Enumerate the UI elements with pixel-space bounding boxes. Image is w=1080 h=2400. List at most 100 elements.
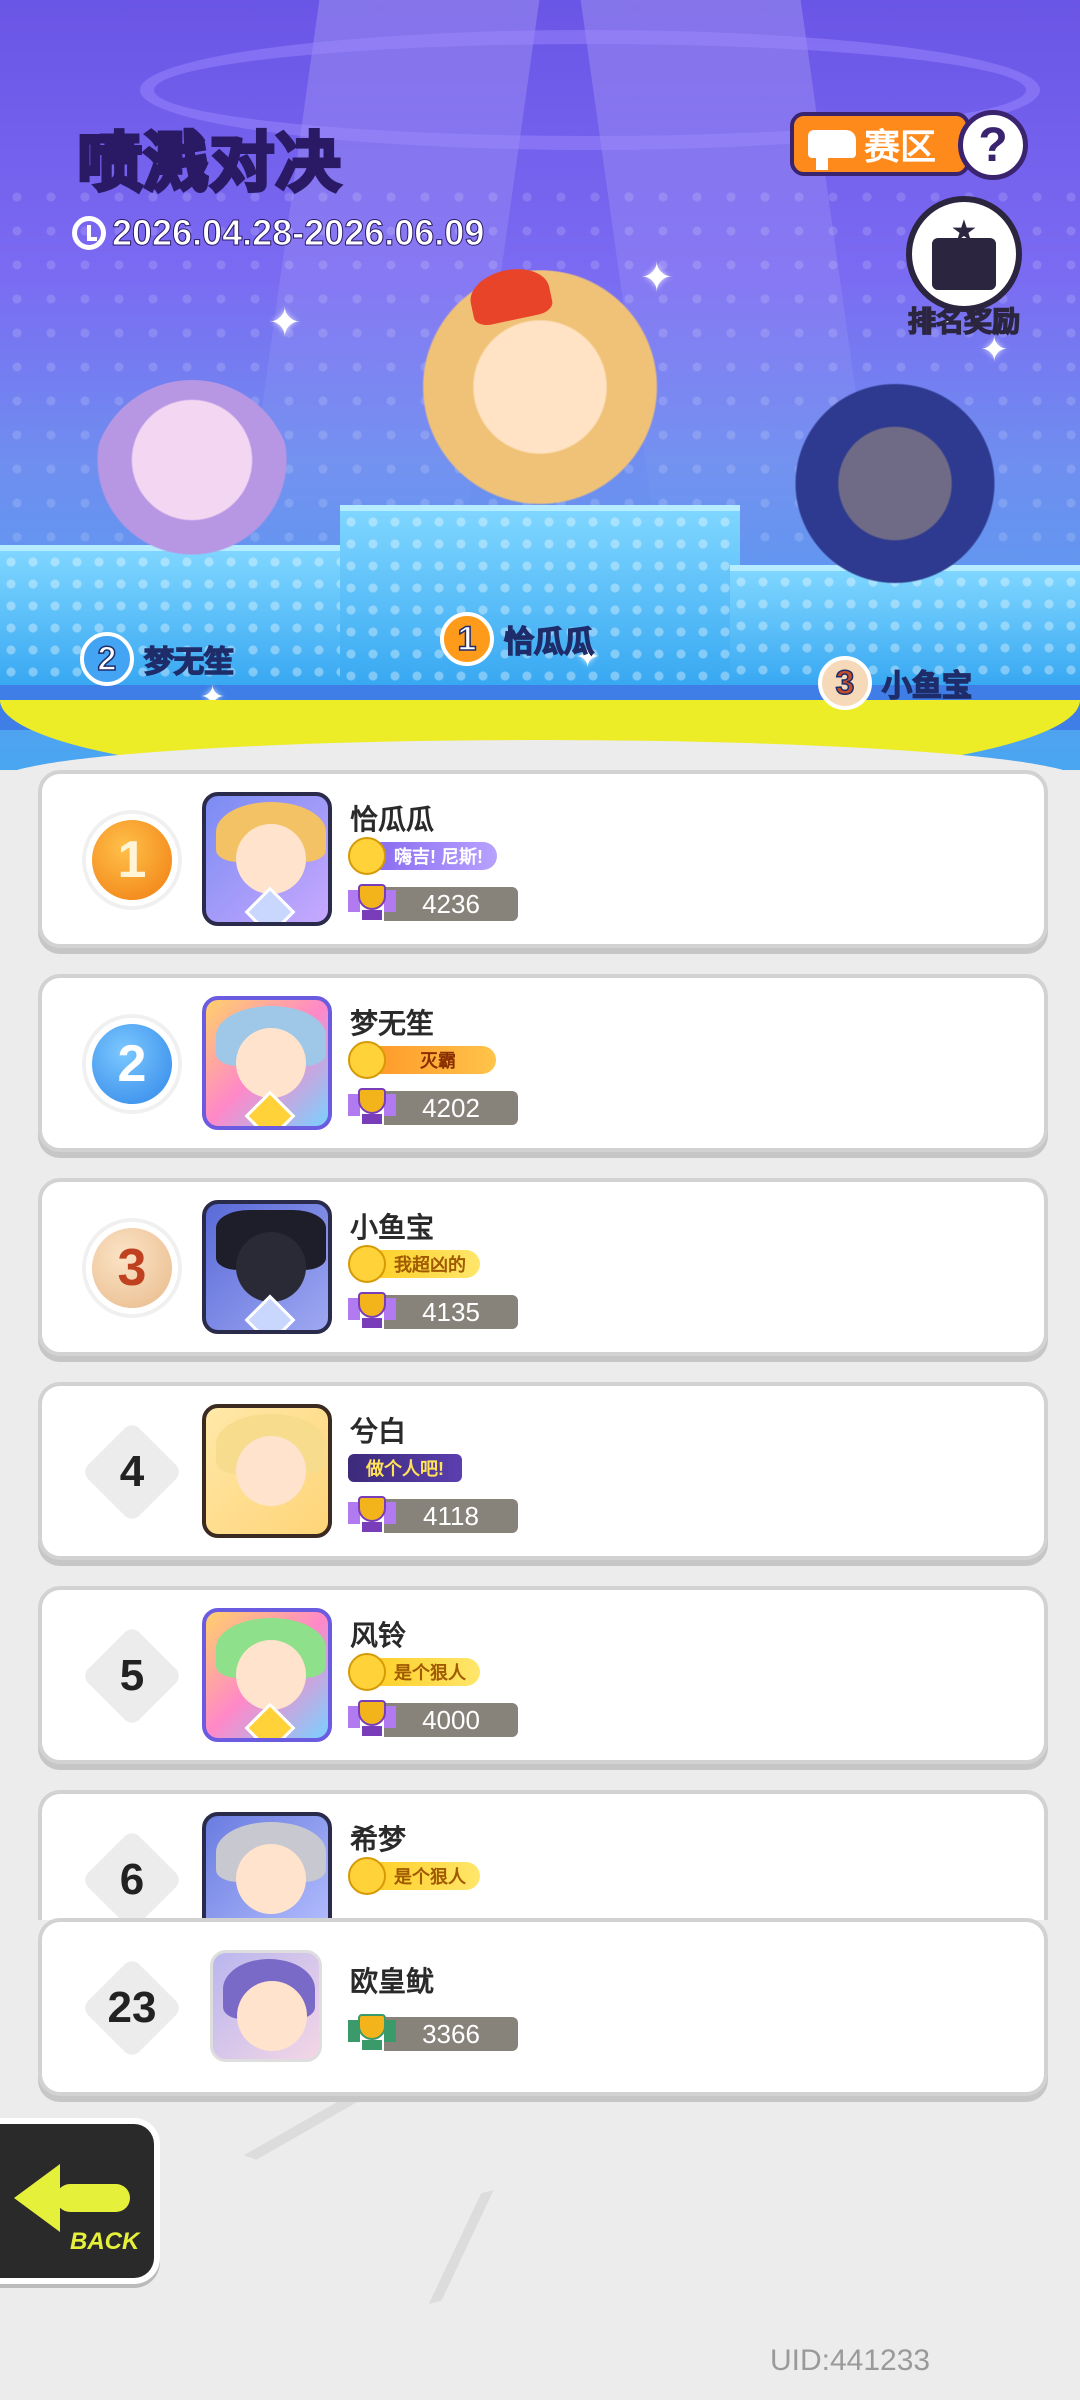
rank-badge: 2	[80, 632, 134, 686]
box-shape	[932, 238, 996, 290]
rank-row[interactable]: 5 风铃 是个狠人 4000	[38, 1586, 1048, 1764]
title-text: 嗨吉! 尼斯!	[376, 842, 497, 870]
zone-button[interactable]: 赛区	[790, 112, 970, 176]
rank-row[interactable]: 1 恰瓜瓜 嗨吉! 尼斯! 4236	[38, 770, 1048, 948]
rank-number: 5	[119, 1651, 145, 1700]
background-scribble: ⟋	[403, 2173, 520, 2325]
date-range: 2026.04.28-2026.06.09	[72, 212, 485, 254]
score: 3366	[348, 2014, 518, 2052]
rank-row[interactable]: 6 希梦 是个狠人	[38, 1790, 1048, 1920]
cup-base	[362, 1726, 382, 1736]
score: 4135	[348, 1292, 518, 1330]
help-button[interactable]: ?	[958, 110, 1028, 180]
avatar-face	[236, 1028, 306, 1098]
title-badge: 做个人吧!	[348, 1450, 462, 1486]
rank-cell: 2	[82, 1014, 182, 1114]
player-name: 小鱼宝	[350, 1212, 435, 1243]
player-name: 风铃	[350, 1620, 407, 1651]
avatar[interactable]	[202, 792, 332, 926]
winged-trophy-icon	[348, 1290, 396, 1334]
gold-medal-icon: 1	[86, 814, 178, 906]
zone-label: 赛区	[864, 126, 937, 167]
avatar[interactable]	[202, 996, 332, 1130]
rank-row[interactable]: 2 梦无笙 灭霸 4202	[38, 974, 1048, 1152]
header-stage: ✦ ✦ ✦ ✦ ✦ 喷溅对决 2026.04.28-2026.06.09 赛区 …	[0, 0, 1080, 770]
cup	[358, 884, 386, 910]
sparkle-icon: ✦	[640, 256, 674, 300]
podium-label-rank1: 1 恰瓜瓜	[440, 612, 595, 666]
winged-trophy-icon	[348, 1086, 396, 1130]
player-name: 希梦	[350, 1824, 407, 1855]
cup-base	[362, 2040, 382, 2050]
back-arrow-shaft	[56, 2184, 130, 2212]
badge-icon	[348, 1245, 386, 1283]
badge-icon	[348, 1041, 386, 1079]
title-text: 是个狠人	[376, 1862, 480, 1890]
cup-base	[362, 910, 382, 920]
page-title: 喷溅对决	[76, 125, 342, 201]
avatar-frame-gem	[244, 886, 296, 922]
title-badge: 我超凶的	[348, 1245, 480, 1283]
avatar-face	[236, 1436, 306, 1506]
rank-reward-button[interactable]: ★ 排名奖励	[898, 196, 1030, 338]
back-label: BACK	[70, 2228, 140, 2255]
rank-row[interactable]: 4 兮白 做个人吧! 4118	[38, 1382, 1048, 1560]
avatar-face	[237, 1981, 307, 2051]
silver-medal-icon: 2	[86, 1018, 178, 1110]
rank-reward-label: 排名奖励	[907, 305, 1021, 338]
title-text: 做个人吧!	[348, 1454, 462, 1482]
title-text: 我超凶的	[376, 1250, 480, 1278]
score: 4000	[348, 1700, 518, 1738]
avatar[interactable]	[202, 1404, 332, 1538]
score-value: 4135	[384, 1295, 518, 1329]
back-arrow-icon	[14, 2164, 60, 2232]
avatar[interactable]	[202, 1200, 332, 1334]
score: 4118	[348, 1496, 518, 1534]
rank-number: 6	[119, 1855, 145, 1904]
podium-name: 小鱼宝	[881, 669, 973, 704]
self-rank-row[interactable]: 23 欧皇鱿 3366	[38, 1918, 1048, 2096]
rank-number: 4	[119, 1447, 145, 1496]
podium-name: 恰瓜瓜	[503, 625, 595, 660]
question-icon: ?	[978, 118, 1008, 172]
character-rank3	[790, 380, 1000, 610]
avatar-frame-gem	[244, 1702, 296, 1738]
avatar[interactable]	[210, 1950, 322, 2062]
clock-icon	[72, 216, 106, 250]
cup-base	[362, 1522, 382, 1532]
title-badge: 嗨吉! 尼斯!	[348, 837, 497, 875]
winged-trophy-icon	[348, 1494, 396, 1538]
score-value: 4202	[384, 1091, 518, 1125]
player-name: 欧皇鱿	[350, 1966, 435, 1997]
back-button[interactable]: BACK	[0, 2118, 160, 2284]
avatar[interactable]	[202, 1608, 332, 1742]
badge-icon	[348, 1653, 386, 1691]
badge-icon	[348, 1857, 386, 1895]
avatar-frame-gem	[244, 1090, 296, 1126]
date-range-text: 2026.04.28-2026.06.09	[111, 212, 485, 254]
title-badge: 是个狠人	[348, 1857, 480, 1895]
gun-icon	[808, 130, 856, 170]
title-badge: 灭霸	[348, 1041, 496, 1079]
avatar-frame-gem	[244, 1294, 296, 1330]
cup	[358, 1088, 386, 1114]
rank-cell: 1	[82, 810, 182, 910]
title-badge: 是个狠人	[348, 1653, 480, 1691]
avatar[interactable]	[202, 1812, 332, 1920]
score: 4236	[348, 884, 518, 922]
podium-label-rank3: 3 小鱼宝	[818, 656, 973, 710]
avatar-face	[236, 1844, 306, 1914]
player-name: 兮白	[350, 1416, 407, 1447]
character-rank2	[92, 380, 292, 580]
title-text: 是个狠人	[376, 1658, 480, 1686]
player-name: 恰瓜瓜	[350, 804, 435, 835]
cup-base	[362, 1114, 382, 1124]
sparkle-icon: ✦	[268, 301, 302, 345]
rank-row[interactable]: 3 小鱼宝 我超凶的 4135	[38, 1178, 1048, 1356]
rank-badge: 1	[440, 612, 494, 666]
score: 4202	[348, 1088, 518, 1126]
cup	[358, 2014, 386, 2040]
rank-cell: 3	[82, 1218, 182, 1318]
cup	[358, 1292, 386, 1318]
winged-trophy-icon	[348, 2012, 396, 2056]
